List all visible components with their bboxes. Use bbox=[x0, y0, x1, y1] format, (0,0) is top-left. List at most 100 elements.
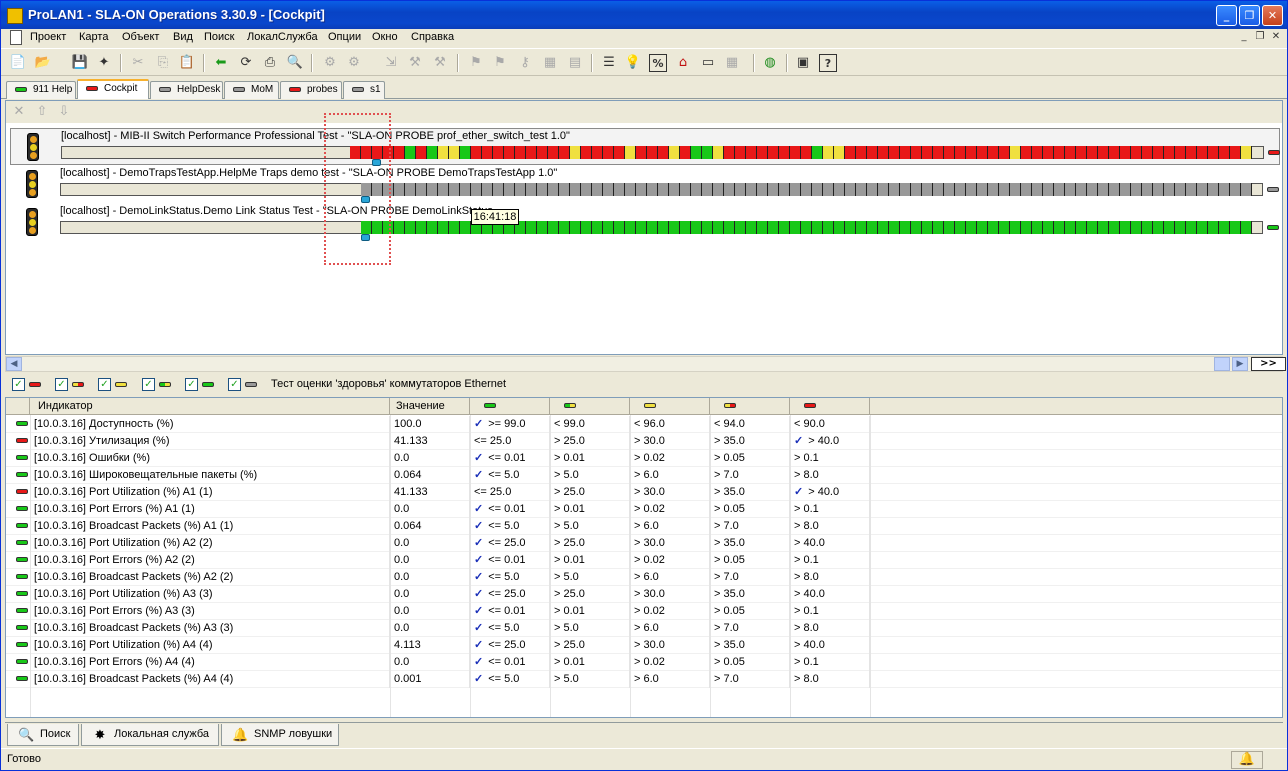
menu-localservice[interactable]: ЛокалСлужба bbox=[247, 31, 318, 43]
history-bar[interactable] bbox=[889, 221, 900, 234]
history-bar[interactable] bbox=[1241, 146, 1252, 159]
history-bars[interactable] bbox=[361, 183, 1260, 196]
history-bar[interactable] bbox=[977, 146, 988, 159]
history-bar[interactable] bbox=[438, 183, 449, 196]
history-bar[interactable] bbox=[757, 183, 768, 196]
table-row[interactable]: [10.0.3.16] Port Errors (%) A3 (3) 0.0 ✓ <=… bbox=[6, 603, 1282, 620]
history-bar[interactable] bbox=[922, 146, 933, 159]
history-bar[interactable] bbox=[427, 221, 438, 234]
tool-icon[interactable]: ⚑ bbox=[491, 54, 509, 72]
history-bar[interactable] bbox=[1032, 183, 1043, 196]
header-green[interactable] bbox=[470, 398, 550, 415]
history-bar[interactable] bbox=[1076, 183, 1087, 196]
history-bar[interactable] bbox=[713, 221, 724, 234]
tab-s1[interactable]: s1 bbox=[343, 81, 385, 99]
table-row[interactable]: [10.0.3.16] Port Utilization (%) A4 (4) 4… bbox=[6, 637, 1282, 654]
table-row[interactable]: [10.0.3.16] Broadcast Packets (%) A3 (3)… bbox=[6, 620, 1282, 637]
history-bar[interactable] bbox=[746, 183, 757, 196]
history-bar[interactable] bbox=[900, 221, 911, 234]
history-bar[interactable] bbox=[812, 183, 823, 196]
history-bar[interactable] bbox=[559, 221, 570, 234]
history-bar[interactable] bbox=[1142, 221, 1153, 234]
history-bar[interactable] bbox=[438, 146, 449, 159]
minimize-button[interactable]: _ bbox=[1216, 5, 1237, 26]
history-bar[interactable] bbox=[999, 183, 1010, 196]
tab-search[interactable]: 🔍 Поиск bbox=[7, 724, 79, 746]
history-bar[interactable] bbox=[603, 221, 614, 234]
history-bar[interactable] bbox=[504, 146, 515, 159]
history-bar[interactable] bbox=[669, 221, 680, 234]
discover-icon[interactable]: ⇲ bbox=[382, 54, 400, 72]
map-icon[interactable]: ⚙ bbox=[345, 54, 363, 72]
history-bar[interactable] bbox=[493, 146, 504, 159]
header-value[interactable]: Значение bbox=[390, 398, 470, 415]
history-bar[interactable] bbox=[713, 146, 724, 159]
history-bar[interactable] bbox=[1065, 146, 1076, 159]
browse-icon[interactable]: ⎙ bbox=[261, 54, 279, 72]
table-row[interactable]: [10.0.3.16] Port Errors (%) A4 (4) 0.0 ✓ <=… bbox=[6, 654, 1282, 671]
history-bar[interactable] bbox=[471, 146, 482, 159]
history-bar[interactable] bbox=[1175, 146, 1186, 159]
save-icon[interactable]: 💾 bbox=[71, 54, 89, 72]
history-bar[interactable] bbox=[482, 183, 493, 196]
history-bar[interactable] bbox=[1230, 146, 1241, 159]
help-icon[interactable]: ? bbox=[819, 54, 837, 72]
history-bar[interactable] bbox=[1197, 183, 1208, 196]
history-bar[interactable] bbox=[460, 146, 471, 159]
history-bar[interactable] bbox=[922, 221, 933, 234]
history-bar[interactable] bbox=[515, 146, 526, 159]
table-row[interactable]: [10.0.3.16] Port Utilization (%) A2 (2) 0… bbox=[6, 535, 1282, 552]
history-bar[interactable] bbox=[482, 146, 493, 159]
history-bar[interactable] bbox=[779, 146, 790, 159]
history-bar[interactable] bbox=[735, 146, 746, 159]
maximize-button[interactable]: ❐ bbox=[1239, 5, 1260, 26]
wand-icon[interactable]: ✦ bbox=[95, 54, 113, 72]
history-bar[interactable] bbox=[1109, 146, 1120, 159]
history-bar[interactable] bbox=[933, 146, 944, 159]
history-bar[interactable] bbox=[1054, 221, 1065, 234]
history-bar[interactable] bbox=[1230, 221, 1241, 234]
history-bar[interactable] bbox=[548, 146, 559, 159]
history-bar[interactable] bbox=[1021, 221, 1032, 234]
history-bar[interactable] bbox=[856, 221, 867, 234]
menu-window[interactable]: Окно bbox=[372, 31, 398, 43]
tab-mom[interactable]: MoM bbox=[224, 81, 279, 99]
history-bar[interactable] bbox=[724, 146, 735, 159]
tool-icon[interactable]: ⚒ bbox=[406, 54, 424, 72]
history-bar[interactable] bbox=[1131, 183, 1142, 196]
probe-row[interactable]: [localhost] - DemoLinkStatus.Demo Link S… bbox=[10, 204, 1280, 241]
history-bar[interactable] bbox=[570, 221, 581, 234]
history-bar[interactable] bbox=[647, 146, 658, 159]
history-bar[interactable] bbox=[1120, 146, 1131, 159]
history-bar[interactable] bbox=[779, 183, 790, 196]
history-bar[interactable] bbox=[702, 183, 713, 196]
history-bar[interactable] bbox=[1175, 221, 1186, 234]
history-bar[interactable] bbox=[636, 146, 647, 159]
history-bar[interactable] bbox=[1241, 221, 1252, 234]
history-bar[interactable] bbox=[1208, 221, 1219, 234]
history-bar[interactable] bbox=[856, 183, 867, 196]
table-row[interactable]: [10.0.3.16] Утилизация (%) 41.133 <= 25.0 >… bbox=[6, 433, 1282, 450]
history-bar[interactable] bbox=[1142, 146, 1153, 159]
history-bar[interactable] bbox=[1120, 183, 1131, 196]
lightbulb-icon[interactable]: 💡 bbox=[624, 54, 642, 72]
table-icon[interactable]: ▦ bbox=[723, 54, 741, 72]
table-row[interactable]: [10.0.3.16] Port Utilization (%) A1 (1) 4… bbox=[6, 484, 1282, 501]
document-icon[interactable] bbox=[10, 30, 22, 45]
history-bar[interactable] bbox=[812, 221, 823, 234]
mdi-minimize-button[interactable]: _ bbox=[1237, 31, 1251, 44]
globe-icon[interactable]: ◍ bbox=[761, 54, 779, 72]
menu-view[interactable]: Вид bbox=[173, 31, 193, 43]
history-bar[interactable] bbox=[889, 146, 900, 159]
history-bar[interactable] bbox=[1219, 183, 1230, 196]
history-bar[interactable] bbox=[790, 146, 801, 159]
history-bar[interactable] bbox=[1087, 221, 1098, 234]
history-bar[interactable] bbox=[702, 221, 713, 234]
menu-options[interactable]: Опции bbox=[328, 31, 361, 43]
history-bar[interactable] bbox=[592, 146, 603, 159]
history-bar[interactable] bbox=[1010, 221, 1021, 234]
history-bar[interactable] bbox=[647, 183, 658, 196]
cut-icon[interactable]: ✂ bbox=[129, 54, 147, 72]
history-bar[interactable] bbox=[658, 146, 669, 159]
history-bar[interactable] bbox=[911, 146, 922, 159]
